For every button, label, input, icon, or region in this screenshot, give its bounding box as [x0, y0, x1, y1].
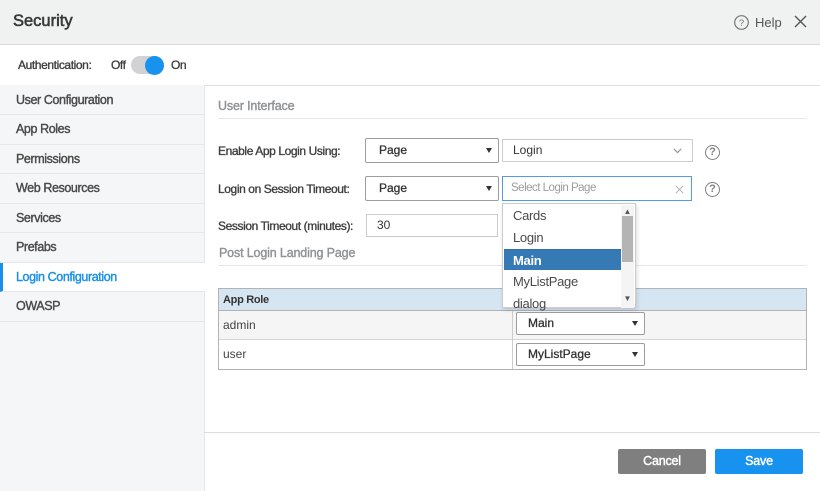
svg-text:?: ? — [739, 18, 744, 29]
